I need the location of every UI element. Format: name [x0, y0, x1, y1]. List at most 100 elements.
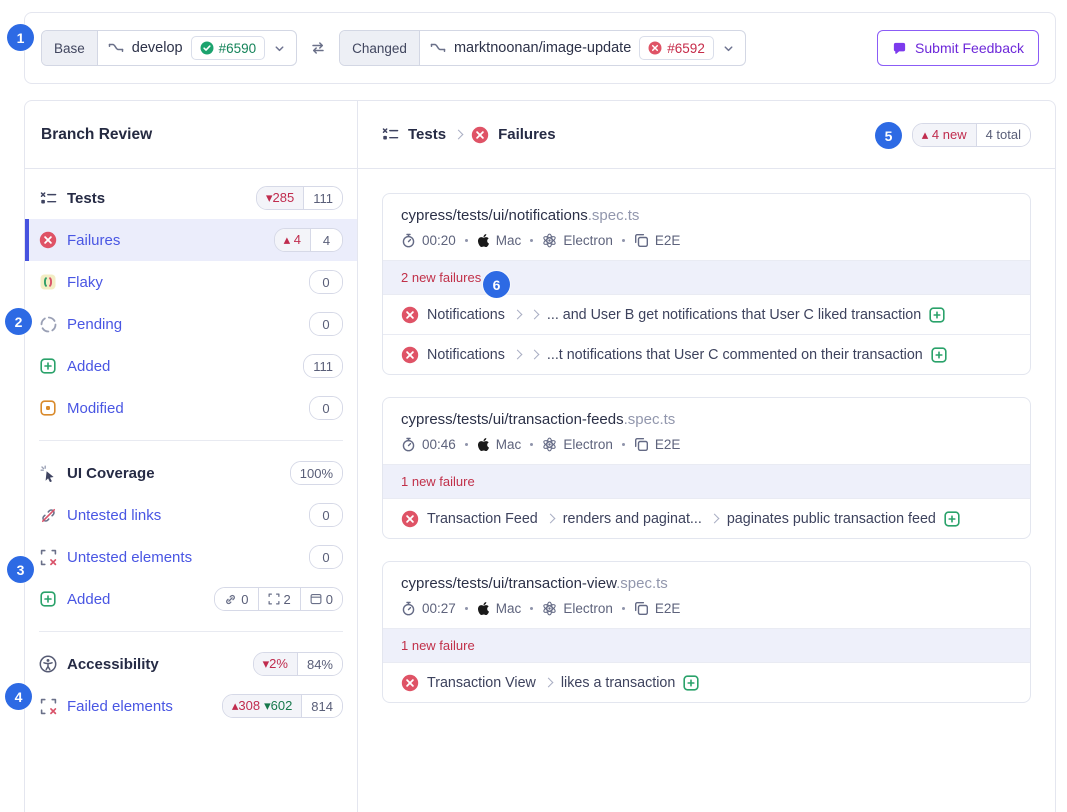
added-count-badge: 111 — [303, 354, 343, 378]
added-test-icon — [929, 307, 945, 323]
untested-links-badge: 0 — [309, 503, 343, 527]
apple-icon — [477, 601, 490, 616]
ui-coverage-badge: 100% — [290, 461, 343, 485]
sidebar-item-failures[interactable]: Failures ▴ 4 4 — [25, 219, 357, 261]
dot-separator — [622, 607, 625, 610]
breadcrumb-tests-link[interactable]: Tests — [408, 126, 446, 143]
spec-card: cypress/tests/ui/notifications.spec.ts 0… — [382, 193, 1031, 375]
sidebar-item-untested-links[interactable]: Untested links 0 — [25, 494, 357, 536]
dot-separator — [465, 607, 468, 610]
tests-count-badge: ▾285 111 — [256, 186, 343, 210]
test-list-icon — [39, 190, 57, 207]
spec-card: cypress/tests/ui/transaction-feeds.spec.… — [382, 397, 1031, 539]
failure-title: likes a transaction — [561, 675, 675, 691]
cursor-click-icon — [39, 465, 57, 482]
stopwatch-icon — [401, 437, 416, 452]
x-circle-icon — [471, 126, 489, 144]
divider — [39, 440, 343, 441]
link-icon — [224, 593, 237, 606]
stopwatch-icon — [401, 601, 416, 616]
x-circle-icon — [39, 231, 57, 249]
test-list-icon — [382, 126, 399, 143]
sidebar-item-untested-elements[interactable]: Untested elements 0 — [25, 536, 357, 578]
dot-separator — [622, 239, 625, 242]
branch-icon — [108, 41, 124, 55]
sidebar-item-coverage-added[interactable]: Added 0 2 0 — [25, 578, 357, 620]
failure-group: Transaction Feed — [427, 511, 538, 527]
failure-row[interactable]: Notifications ... and User B get notific… — [383, 294, 1030, 334]
divider — [39, 631, 343, 632]
annotation-marker-6: 6 — [483, 271, 510, 298]
sidebar-item-ui-coverage[interactable]: UI Coverage 100% — [25, 452, 357, 494]
modified-count-badge: 0 — [309, 396, 343, 420]
chevron-down-icon[interactable] — [273, 42, 286, 55]
sidebar: Branch Review Tests ▾285 111 Failures — [25, 101, 358, 812]
changed-branch-name: marktnoonan/image-update — [454, 40, 631, 56]
sidebar-item-tests[interactable]: Tests ▾285 111 — [25, 177, 357, 219]
accessibility-icon — [39, 655, 57, 673]
electron-icon — [542, 601, 557, 616]
flaky-count-badge: 0 — [309, 270, 343, 294]
changed-label: Changed — [340, 31, 420, 65]
chevron-right-icon — [543, 678, 553, 688]
failure-row[interactable]: Notifications ...t notifications that Us… — [383, 334, 1030, 374]
chevron-right-icon — [529, 310, 539, 320]
branch-icon — [430, 41, 446, 55]
pending-circle-icon — [39, 316, 57, 333]
spec-meta: 00:27 Mac Electron E2E — [401, 601, 1012, 616]
sidebar-item-failed-elements[interactable]: Failed elements ▴308▾602 814 — [25, 685, 357, 727]
electron-icon — [542, 233, 557, 248]
dot-separator — [622, 443, 625, 446]
added-test-icon — [944, 511, 960, 527]
modified-square-icon — [39, 400, 57, 416]
base-branch-select[interactable]: Base develop #6590 — [41, 30, 297, 66]
chevron-right-icon — [545, 514, 555, 524]
electron-icon — [542, 437, 557, 452]
page-title: Branch Review — [25, 101, 357, 169]
sidebar-item-flaky[interactable]: Flaky 0 — [25, 261, 357, 303]
pending-count-badge: 0 — [309, 312, 343, 336]
spec-meta: 00:20 Mac Electron E2E — [401, 233, 1012, 248]
failure-group: Notifications — [427, 347, 505, 363]
failure-row[interactable]: Transaction View likes a transaction — [383, 662, 1030, 702]
sidebar-item-pending[interactable]: Pending 0 — [25, 303, 357, 345]
untested-elements-badge: 0 — [309, 545, 343, 569]
chevron-right-icon — [454, 130, 464, 140]
spec-file-title: cypress/tests/ui/notifications.spec.ts — [401, 207, 1012, 224]
element-corners-icon — [268, 593, 280, 605]
failure-group: Notifications — [427, 307, 505, 323]
chevron-right-icon — [529, 350, 539, 360]
sidebar-item-added[interactable]: Added 111 — [25, 345, 357, 387]
stacked-windows-icon — [634, 601, 649, 616]
swap-branches-icon[interactable] — [309, 40, 327, 56]
changed-branch-select[interactable]: Changed marktnoonan/image-update #6592 — [339, 30, 746, 66]
changed-run-badge[interactable]: #6592 — [639, 36, 714, 60]
sidebar-item-accessibility[interactable]: Accessibility ▾2% 84% — [25, 643, 357, 685]
content-header: Tests Failures ▴ 4 new 4 total — [358, 101, 1055, 169]
spec-card-header: cypress/tests/ui/notifications.spec.ts 0… — [383, 194, 1030, 260]
sidebar-nav: Tests ▾285 111 Failures ▴ 4 4 — [25, 169, 357, 727]
failures-count-badge: ▴ 4 4 — [274, 228, 343, 252]
submit-feedback-button[interactable]: Submit Feedback — [877, 30, 1039, 66]
failure-row[interactable]: Transaction Feed renders and paginat... … — [383, 498, 1030, 538]
base-run-badge[interactable]: #6590 — [191, 36, 266, 60]
added-test-icon — [683, 675, 699, 691]
spec-card-header: cypress/tests/ui/transaction-view.spec.t… — [383, 562, 1030, 628]
apple-icon — [477, 437, 490, 452]
annotation-marker-2: 2 — [5, 308, 32, 335]
dot-separator — [530, 607, 533, 610]
element-x-icon — [39, 698, 57, 715]
spec-file-title: cypress/tests/ui/transaction-view.spec.t… — [401, 575, 1012, 592]
branch-review-panel: Branch Review Tests ▾285 111 Failures — [24, 100, 1056, 812]
accessibility-score-badge: ▾2% 84% — [253, 652, 343, 676]
chevron-down-icon[interactable] — [722, 42, 735, 55]
base-label: Base — [42, 31, 98, 65]
dot-separator — [465, 239, 468, 242]
breadcrumb-current: Failures — [498, 126, 556, 143]
failures-summary-badge: ▴ 4 new 4 total — [912, 123, 1031, 147]
annotation-marker-3: 3 — [7, 556, 34, 583]
spec-card: cypress/tests/ui/transaction-view.spec.t… — [382, 561, 1031, 703]
failure-group: Transaction View — [427, 675, 536, 691]
dot-separator — [530, 239, 533, 242]
sidebar-item-modified[interactable]: Modified 0 — [25, 387, 357, 429]
